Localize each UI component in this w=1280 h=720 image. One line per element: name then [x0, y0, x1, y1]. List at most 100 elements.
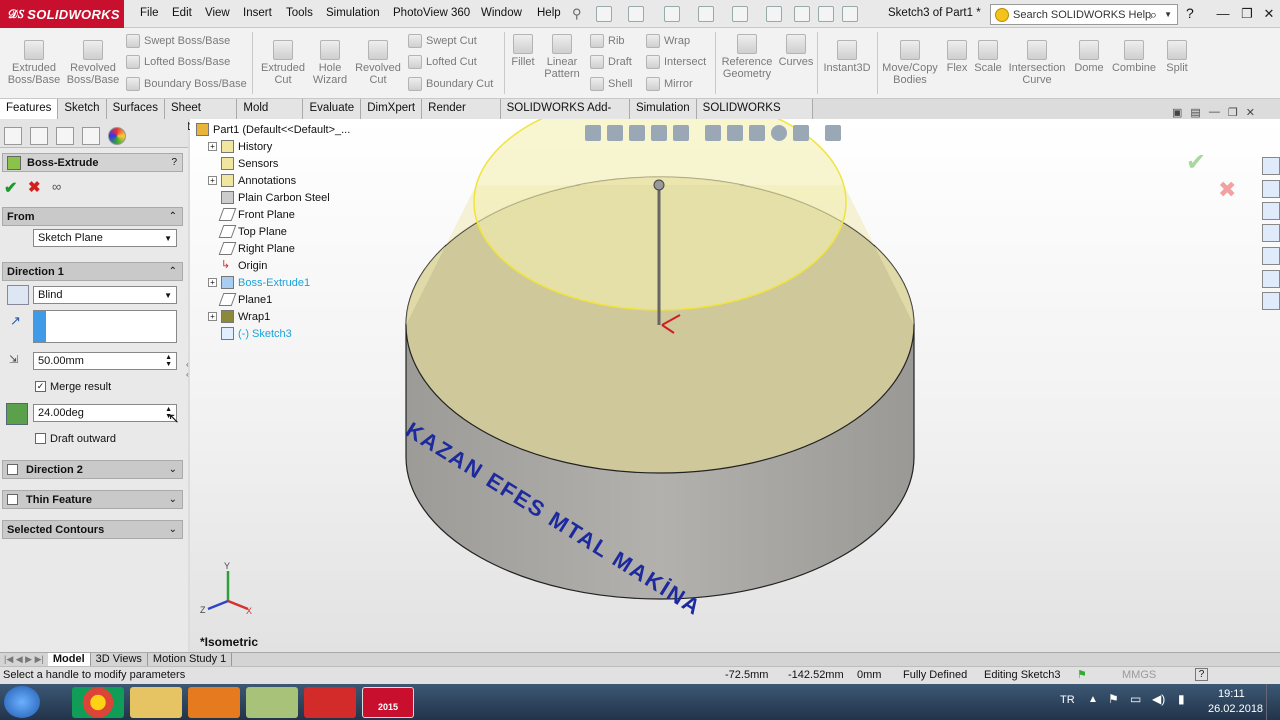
tree-item-sensors[interactable]: Sensors: [196, 155, 396, 172]
tab-model[interactable]: Model: [47, 653, 91, 666]
from-select[interactable]: Sketch Plane ▼: [33, 229, 177, 247]
search-icon[interactable]: ⌕: [1150, 7, 1157, 23]
direction-vector-field[interactable]: [33, 310, 177, 343]
tile-view-icon[interactable]: ▣: [1172, 106, 1182, 119]
menu-window[interactable]: Window: [481, 7, 522, 19]
help-search-input[interactable]: Search SOLIDWORKS Help ⌕ ▼: [990, 4, 1178, 25]
tab-sketch[interactable]: Sketch: [58, 99, 107, 119]
menu-photoview[interactable]: PhotoView 360: [393, 7, 470, 19]
media-player-taskbar-icon[interactable]: [188, 687, 240, 718]
show-desktop-button[interactable]: [1266, 684, 1280, 720]
chevron-down-icon[interactable]: ▼: [1164, 10, 1172, 19]
tab-dimxpert[interactable]: DimXpert: [361, 99, 423, 119]
notepad-taskbar-icon[interactable]: [246, 687, 298, 718]
split-button[interactable]: Split: [1162, 40, 1192, 74]
merge-result-checkbox[interactable]: ✓: [35, 381, 46, 392]
flex-button[interactable]: Flex: [943, 40, 971, 74]
shell-button[interactable]: Shell: [590, 77, 632, 91]
revolved-boss-button[interactable]: Revolved Boss/Base: [66, 40, 120, 86]
draft-outward-checkbox[interactable]: [35, 433, 46, 444]
file-explorer-taskbar-icon[interactable]: [130, 687, 182, 718]
instant3d-button[interactable]: Instant3D: [822, 40, 872, 74]
scene-icon[interactable]: [793, 125, 809, 141]
menu-tools[interactable]: Tools: [286, 7, 313, 19]
tree-item-origin[interactable]: ↳ Origin: [196, 257, 396, 274]
tree-item-part[interactable]: Part1 (Default<<Default>_...: [196, 121, 396, 138]
tree-item-boss-extrude1[interactable]: + Boss-Extrude1: [196, 274, 396, 291]
task-pane-appearance-icon[interactable]: [1262, 247, 1280, 265]
reverse-direction-icon[interactable]: [7, 285, 29, 305]
close-doc-icon[interactable]: ✕: [1246, 106, 1255, 119]
swept-cut-button[interactable]: Swept Cut: [408, 34, 477, 48]
clock-time[interactable]: 19:11: [1218, 688, 1245, 700]
zoom-to-fit-icon[interactable]: [585, 125, 601, 141]
help-question-icon[interactable]: ?: [1186, 5, 1194, 21]
thin-feature-checkbox[interactable]: [7, 494, 18, 505]
section-view-icon[interactable]: [651, 125, 667, 141]
configuration-manager-icon[interactable]: [56, 127, 74, 145]
open-document-icon[interactable]: [628, 6, 644, 22]
acrobat-taskbar-icon[interactable]: [304, 687, 356, 718]
close-button[interactable]: ✕: [1260, 5, 1278, 23]
chrome-taskbar-icon[interactable]: [72, 687, 124, 718]
menu-help[interactable]: Help: [537, 7, 561, 19]
view-orientation-icon[interactable]: [705, 125, 721, 141]
thin-feature-section-header[interactable]: Thin Feature ⌄: [2, 490, 183, 509]
scale-button[interactable]: Scale: [973, 40, 1003, 74]
direction2-checkbox[interactable]: [7, 464, 18, 475]
minimize-doc-icon[interactable]: —: [1209, 106, 1220, 119]
fillet-button[interactable]: Fillet: [508, 34, 538, 68]
menu-view[interactable]: View: [205, 7, 230, 19]
confirm-cancel-icon[interactable]: ✖: [1218, 177, 1236, 203]
depth-input[interactable]: 50.00mm ▲ ▼: [33, 352, 177, 370]
reference-geometry-button[interactable]: Reference Geometry: [720, 34, 774, 80]
expand-plus-icon[interactable]: +: [208, 278, 217, 287]
swept-boss-button[interactable]: Swept Boss/Base: [126, 34, 230, 48]
zoom-to-area-icon[interactable]: [607, 125, 623, 141]
appearance-icon[interactable]: [771, 125, 787, 141]
language-indicator[interactable]: TR: [1060, 694, 1075, 706]
tree-item-wrap1[interactable]: + Wrap1: [196, 308, 396, 325]
extruded-boss-button[interactable]: Extruded Boss/Base: [6, 40, 62, 86]
tab-motion-study[interactable]: Motion Study 1: [148, 653, 233, 666]
tab-features[interactable]: Features: [0, 99, 59, 119]
tree-item-top-plane[interactable]: Top Plane: [196, 223, 396, 240]
task-pane-resources-icon[interactable]: [1262, 180, 1280, 198]
tab-surfaces[interactable]: Surfaces: [106, 99, 165, 119]
tab-simulation[interactable]: Simulation: [629, 99, 697, 119]
tree-item-plane1[interactable]: Plane1: [196, 291, 396, 308]
expand-plus-icon[interactable]: +: [208, 312, 217, 321]
help-icon[interactable]: ?: [171, 157, 177, 168]
expand-plus-icon[interactable]: +: [208, 142, 217, 151]
minimize-button[interactable]: —: [1214, 5, 1232, 23]
unit-system[interactable]: MMGS: [1122, 669, 1156, 681]
tab-mbd[interactable]: SOLIDWORKS MBD: [696, 99, 814, 133]
menu-insert[interactable]: Insert: [243, 7, 272, 19]
ok-check-icon[interactable]: ✔: [4, 178, 17, 198]
tree-item-annotations[interactable]: + Annotations: [196, 172, 396, 189]
dimxpert-manager-icon[interactable]: [82, 127, 100, 145]
rebuild-status-icon[interactable]: ⚑: [1077, 668, 1087, 681]
pin-icon[interactable]: ⚲: [572, 6, 582, 22]
solidworks-logo[interactable]: 𝒟𝑆 SOLIDWORKS: [0, 0, 124, 28]
mirror-button[interactable]: Mirror: [646, 77, 693, 91]
wrap-button[interactable]: Wrap: [646, 34, 690, 48]
revolved-cut-button[interactable]: Revolved Cut: [354, 40, 402, 86]
status-help-icon[interactable]: ?: [1195, 668, 1208, 681]
property-manager-icon[interactable]: [30, 127, 48, 145]
save-icon[interactable]: [664, 6, 680, 22]
task-pane-library-icon[interactable]: [1262, 202, 1280, 220]
from-section-header[interactable]: From ⌃: [2, 207, 183, 226]
select-icon[interactable]: [766, 6, 782, 22]
tree-item-material[interactable]: Plain Carbon Steel: [196, 189, 396, 206]
start-button-icon[interactable]: [4, 686, 40, 718]
extruded-cut-button[interactable]: Extruded Cut: [258, 40, 308, 86]
spinner-icon[interactable]: ▲ ▼: [165, 354, 172, 368]
feature-manager-icon[interactable]: [4, 127, 22, 145]
draft-angle-input[interactable]: 24.00deg ▲ ▼: [33, 404, 177, 422]
draft-button[interactable]: Draft: [590, 55, 632, 69]
solidworks-taskbar-icon[interactable]: 2015: [362, 687, 414, 718]
end-condition-select[interactable]: Blind ▼: [33, 286, 177, 304]
selected-contours-section-header[interactable]: Selected Contours ⌄: [2, 520, 183, 539]
boundary-boss-button[interactable]: Boundary Boss/Base: [126, 77, 247, 91]
